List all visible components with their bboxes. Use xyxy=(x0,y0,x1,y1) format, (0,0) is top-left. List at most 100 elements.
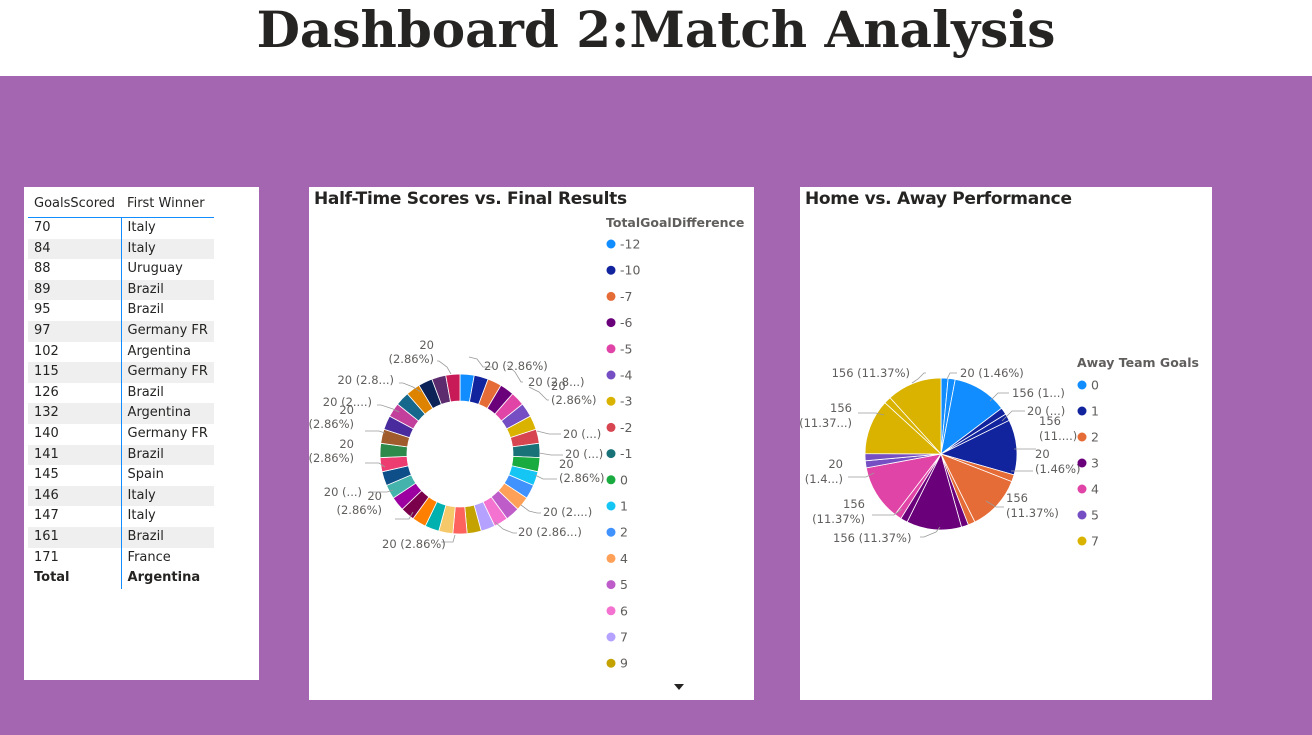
donut-chart[interactable]: 20 (2.86%)20 (2.8...)20(2.86%)20 (...)20… xyxy=(309,187,754,700)
donut-legend-marker[interactable] xyxy=(606,449,616,459)
cell-first-winner: Brazil xyxy=(121,444,214,466)
donut-legend-item[interactable]: -3 xyxy=(620,394,632,409)
donut-legend-marker[interactable] xyxy=(606,422,616,432)
donut-legend-item[interactable]: -1 xyxy=(620,446,632,461)
donut-legend-item[interactable]: -10 xyxy=(620,263,640,278)
pie-legend-item[interactable]: 5 xyxy=(1091,508,1099,523)
donut-legend-item[interactable]: -2 xyxy=(620,420,632,435)
pie-legend-marker[interactable] xyxy=(1077,432,1087,442)
table-row[interactable]: 141 Brazil xyxy=(28,444,214,466)
pie-legend-item[interactable]: 0 xyxy=(1091,378,1099,393)
cell-first-winner: Germany FR xyxy=(121,362,214,383)
donut-data-label: 20 xyxy=(339,437,354,451)
table-row[interactable]: 126 Brazil xyxy=(28,382,214,404)
pie-legend-marker[interactable] xyxy=(1077,510,1087,520)
pie-legend-marker[interactable] xyxy=(1077,484,1087,494)
pie-legend-item[interactable]: 2 xyxy=(1091,430,1099,445)
pie-data-label: (1.46%) xyxy=(1035,462,1081,476)
table-row[interactable]: 147 Italy xyxy=(28,506,214,527)
total-label: Total xyxy=(28,568,122,589)
cell-goals-scored: 97 xyxy=(28,320,122,342)
donut-legend-marker[interactable] xyxy=(606,396,616,406)
donut-legend-item[interactable]: 7 xyxy=(620,630,628,645)
triangle-down-icon[interactable] xyxy=(674,684,684,690)
cell-goals-scored: 141 xyxy=(28,444,122,466)
cell-first-winner: Germany FR xyxy=(121,320,214,342)
pie-data-label: 20 xyxy=(1035,447,1050,461)
table-row[interactable]: 161 Brazil xyxy=(28,526,214,548)
donut-legend-item[interactable]: -7 xyxy=(620,289,632,304)
donut-legend-marker[interactable] xyxy=(606,632,616,642)
home-away-pie-card[interactable]: Home vs. Away Performance 20 (1.46%) 156 … xyxy=(800,187,1212,700)
donut-legend-item[interactable]: 4 xyxy=(620,551,628,566)
donut-legend-marker[interactable] xyxy=(606,606,616,616)
table-row[interactable]: 171 France xyxy=(28,547,214,569)
table-row[interactable]: 115 Germany FR xyxy=(28,362,214,383)
pie-chart[interactable]: 20 (1.46%)156 (1...)20 (...)156(11....)2… xyxy=(800,187,1212,700)
donut-legend-item[interactable]: -5 xyxy=(620,341,632,356)
table-row[interactable]: 132 Argentina xyxy=(28,403,214,424)
pie-legend-marker[interactable] xyxy=(1077,380,1087,390)
table-row[interactable]: 89 Brazil xyxy=(28,279,214,301)
cell-goals-scored: 126 xyxy=(28,382,122,404)
pie-legend-item[interactable]: 7 xyxy=(1091,534,1099,549)
table-row[interactable]: 146 Italy xyxy=(28,485,214,507)
cell-first-winner: Brazil xyxy=(121,526,214,548)
cell-goals-scored: 84 xyxy=(28,238,122,260)
donut-legend-marker[interactable] xyxy=(606,291,616,301)
pie-legend-item[interactable]: 3 xyxy=(1091,456,1099,471)
donut-data-label: 20 (2.86...) xyxy=(518,525,582,539)
pie-legend-marker[interactable] xyxy=(1077,406,1087,416)
donut-legend-marker[interactable] xyxy=(606,239,616,249)
donut-legend-item[interactable]: 2 xyxy=(620,525,628,540)
table-row[interactable]: 70 Italy xyxy=(28,217,214,239)
donut-legend-item[interactable]: -6 xyxy=(620,315,633,330)
cell-goals-scored: 147 xyxy=(28,506,122,527)
cell-goals-scored: 102 xyxy=(28,341,122,363)
donut-legend-marker[interactable] xyxy=(606,658,616,668)
donut-leader-line xyxy=(536,430,561,435)
table-row[interactable]: 102 Argentina xyxy=(28,341,214,363)
pie-legend-marker[interactable] xyxy=(1077,536,1087,546)
donut-legend-item[interactable]: 0 xyxy=(620,472,628,487)
column-header-first-winner[interactable]: First Winner xyxy=(121,191,214,218)
pie-legend-marker[interactable] xyxy=(1077,458,1087,468)
cell-first-winner: Uruguay xyxy=(127,261,183,277)
donut-data-label: 20 xyxy=(551,379,566,393)
pie-legend-item[interactable]: 1 xyxy=(1091,404,1099,419)
cell-first-winner: Italy xyxy=(127,508,156,524)
donut-legend-marker[interactable] xyxy=(606,318,616,328)
pie-legend-item[interactable]: 4 xyxy=(1091,482,1099,497)
table-row[interactable]: 140 Germany FR xyxy=(28,423,214,445)
table-row[interactable]: 97 Germany FR xyxy=(28,320,214,342)
cell-goals-scored: 89 xyxy=(28,279,122,301)
column-header-goals-scored[interactable]: GoalsScored xyxy=(28,191,122,218)
table-row[interactable]: 95 Brazil xyxy=(28,300,214,321)
donut-legend-marker[interactable] xyxy=(606,370,616,380)
donut-legend-marker[interactable] xyxy=(606,344,616,354)
donut-data-label: 20 xyxy=(419,338,434,352)
table-row[interactable]: 84 Italy xyxy=(28,238,214,260)
donut-legend-item[interactable]: 1 xyxy=(620,499,628,514)
cell-goals-scored: 95 xyxy=(28,300,122,321)
donut-legend-item[interactable]: 5 xyxy=(620,577,628,592)
title-bar: Dashboard 2:Match Analysis xyxy=(0,0,1312,76)
pie-data-label: 20 xyxy=(828,457,843,471)
donut-legend-item[interactable]: -4 xyxy=(620,368,633,383)
table-row[interactable]: 145 Spain xyxy=(28,465,214,486)
donut-legend-item[interactable]: 9 xyxy=(620,656,628,671)
donut-legend-marker[interactable] xyxy=(606,501,616,511)
donut-legend-item[interactable]: 6 xyxy=(620,603,628,618)
donut-legend-marker[interactable] xyxy=(606,580,616,590)
cell-first-winner: Brazil xyxy=(121,279,214,301)
goals-table[interactable]: GoalsScored First Winner 70 Italy 84 Italy 8… xyxy=(28,191,214,589)
donut-legend-marker[interactable] xyxy=(606,527,616,537)
donut-legend-item[interactable]: -12 xyxy=(620,237,640,252)
donut-legend-marker[interactable] xyxy=(606,265,616,275)
goals-table-card[interactable]: GoalsScored First Winner 70 Italy 84 Italy 8… xyxy=(24,187,259,680)
donut-legend-marker[interactable] xyxy=(606,475,616,485)
pie-data-label: 156 (11.37%) xyxy=(833,531,911,545)
halftime-donut-card[interactable]: Half-Time Scores vs. Final Results 20 (2… xyxy=(309,187,754,700)
donut-legend-marker[interactable] xyxy=(606,553,616,563)
table-row[interactable]: 88 Uruguay xyxy=(28,259,214,280)
